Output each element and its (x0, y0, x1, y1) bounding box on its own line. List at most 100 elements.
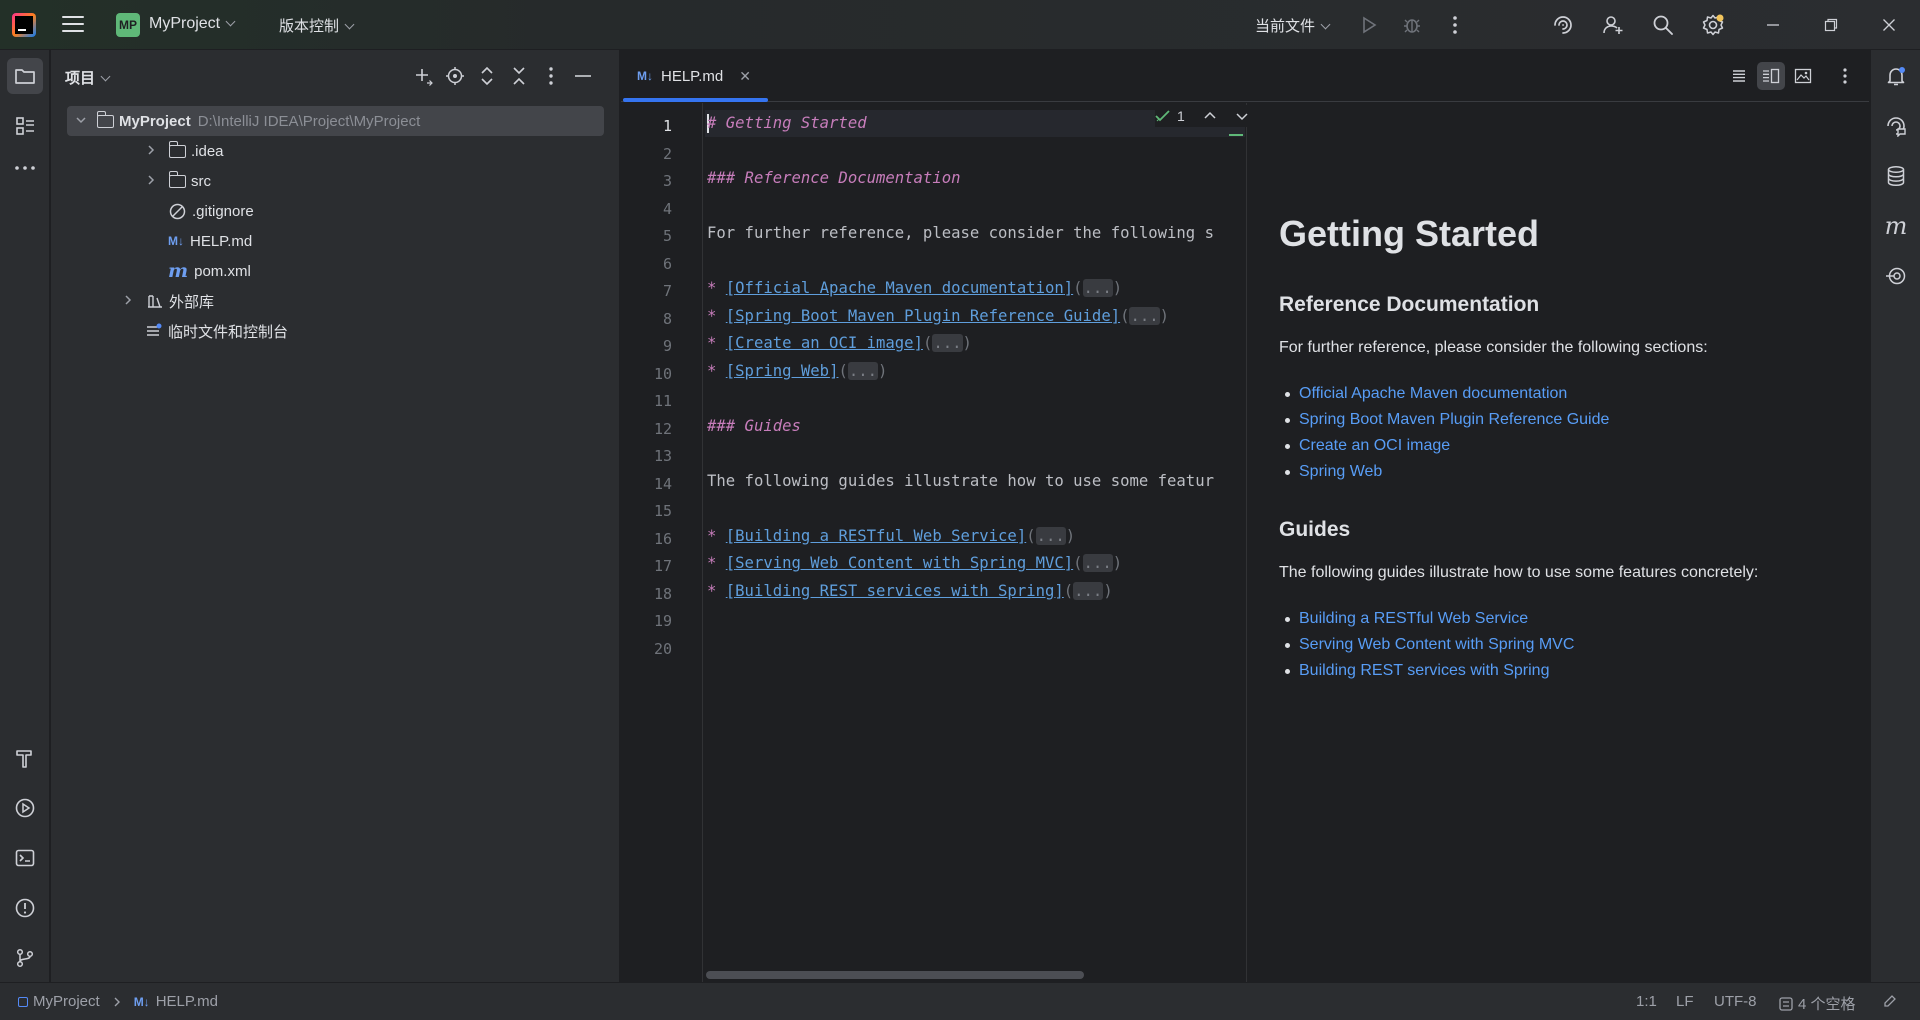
run-icon[interactable] (1356, 12, 1382, 38)
git-branch-icon[interactable] (7, 940, 43, 976)
horizontal-scrollbar[interactable] (706, 971, 1084, 979)
terminal-icon[interactable] (7, 840, 43, 876)
tree-item-help-md[interactable]: M↓ HELP.md (51, 226, 620, 256)
panel-options-icon[interactable] (539, 64, 563, 88)
edit-lock-icon[interactable] (1882, 993, 1898, 1013)
line-number: 13 (653, 447, 672, 465)
minimize-window-icon[interactable] (1760, 12, 1786, 38)
tree-item-pom[interactable]: m pom.xml (51, 256, 620, 286)
new-file-icon[interactable] (411, 64, 435, 88)
tree-item-external-libs[interactable]: 外部库 (51, 286, 620, 316)
problems-icon[interactable] (7, 890, 43, 926)
folded-url[interactable]: ... (1129, 306, 1160, 325)
maven-icon[interactable]: m (1878, 208, 1914, 244)
project-view-selector[interactable]: 项目 (65, 67, 111, 88)
markdown-file-icon: M↓ (637, 69, 653, 83)
chevron-right-icon[interactable] (143, 174, 159, 189)
tree-item-src[interactable]: src (51, 166, 620, 196)
build-hammer-icon[interactable] (7, 740, 43, 776)
preview-link[interactable]: Spring Boot Maven Plugin Reference Guide (1284, 411, 1609, 429)
notifications-bell-icon[interactable] (1878, 58, 1914, 94)
md-link-text[interactable]: Create an OCI image (735, 334, 913, 352)
chevron-right-icon[interactable] (120, 294, 136, 309)
chevron-right-icon[interactable] (143, 144, 159, 159)
expand-all-icon[interactable] (475, 64, 499, 88)
hide-panel-icon[interactable] (571, 64, 595, 88)
debug-icon[interactable] (1399, 12, 1425, 38)
main-menu-icon[interactable] (62, 14, 84, 34)
vcs-menu[interactable]: 版本控制 (279, 15, 355, 36)
add-user-icon[interactable] (1600, 12, 1626, 38)
more-actions-icon[interactable] (1442, 12, 1468, 38)
split-view-icon[interactable] (1757, 62, 1785, 90)
breadcrumb-file[interactable]: HELP.md (156, 993, 218, 1010)
close-tab-icon[interactable]: ✕ (739, 68, 751, 85)
vcs-label: 版本控制 (279, 18, 340, 35)
editor-only-view-icon[interactable] (1725, 62, 1753, 90)
collapse-all-icon[interactable] (507, 64, 531, 88)
md-link-text[interactable]: Building a RESTful Web Service (735, 527, 1017, 545)
md-link-text[interactable]: Spring Boot Maven Plugin Reference Guide (735, 307, 1111, 325)
chevron-down-icon (225, 16, 236, 27)
preview-link[interactable]: Serving Web Content with Spring MVC (1284, 636, 1574, 654)
preview-heading-guides: Guides (1279, 518, 1351, 541)
run-config-selector[interactable]: 当前文件 (1255, 15, 1331, 36)
ai-assistant-icon[interactable] (1550, 12, 1576, 38)
folded-url[interactable]: ... (1082, 279, 1113, 297)
services-run-icon[interactable] (7, 790, 43, 826)
caret-position[interactable]: 1:1 (1636, 993, 1657, 1010)
code-line-16: * [Building a RESTful Web Service](...) (707, 526, 1076, 545)
folded-url[interactable]: ... (932, 334, 963, 352)
md-link-text[interactable]: Building REST services with Spring (735, 582, 1054, 600)
restore-window-icon[interactable] (1818, 12, 1844, 38)
inspection-widget[interactable]: 1 (1155, 105, 1249, 127)
project-selector[interactable]: MyProject (149, 15, 236, 33)
md-link-text[interactable]: Official Apache Maven documentation (735, 279, 1064, 297)
markdown-file-icon: M↓ (133, 994, 150, 1009)
tab-help-md[interactable]: M↓ HELP.md ✕ (623, 50, 768, 102)
ai-chat-icon[interactable] (1878, 108, 1914, 144)
preview-link[interactable]: Official Apache Maven documentation (1284, 385, 1567, 403)
folder-icon (168, 140, 186, 158)
search-icon[interactable] (1650, 12, 1676, 38)
preview-link[interactable]: Spring Web (1284, 463, 1382, 481)
project-badge[interactable]: MP (116, 13, 140, 37)
locate-file-icon[interactable] (443, 64, 467, 88)
previous-highlight-icon[interactable] (1203, 110, 1217, 122)
indent-setting[interactable]: 4 个空格 (1778, 993, 1856, 1014)
preview-link[interactable]: Create an OCI image (1284, 437, 1450, 455)
tree-item-idea[interactable]: .idea (51, 136, 620, 166)
tree-item-gitignore[interactable]: .gitignore (51, 196, 620, 226)
folded-url[interactable]: ... (1073, 581, 1104, 600)
breadcrumb-project[interactable]: MyProject (33, 993, 100, 1010)
chevron-down-icon[interactable] (73, 115, 89, 128)
tree-item-root[interactable]: MyProject D:\IntelliJ IDEA\Project\MyPro… (67, 106, 604, 136)
project-tool-button[interactable] (7, 58, 43, 94)
preview-link[interactable]: Building a RESTful Web Service (1284, 610, 1528, 628)
scratches-icon (145, 323, 163, 339)
settings-gear-icon[interactable] (1700, 12, 1726, 38)
folded-url[interactable]: ... (847, 361, 879, 380)
close-window-icon[interactable] (1876, 12, 1902, 38)
folded-url[interactable]: ... (1035, 526, 1066, 545)
line-separator[interactable]: LF (1676, 993, 1694, 1010)
code-editor[interactable]: # Getting Started ### Reference Document… (705, 103, 1245, 982)
next-highlight-icon[interactable] (1235, 110, 1249, 122)
right-tool-strip: m (1870, 50, 1920, 982)
more-tools-icon[interactable] (7, 150, 43, 186)
database-icon[interactable] (1878, 158, 1914, 194)
editor-options-icon[interactable] (1831, 62, 1859, 90)
file-encoding[interactable]: UTF-8 (1714, 993, 1757, 1010)
indent-label: 4 个空格 (1798, 996, 1856, 1013)
endpoints-icon[interactable] (1878, 258, 1914, 294)
folded-url[interactable]: ... (1082, 554, 1113, 572)
preview-only-view-icon[interactable] (1789, 62, 1817, 90)
preview-paragraph: For further reference, please consider t… (1279, 339, 1708, 356)
md-link-text[interactable]: Spring Web (735, 362, 829, 380)
structure-tool-button[interactable] (7, 108, 43, 144)
tree-item-scratches[interactable]: 临时文件和控制台 (51, 316, 620, 346)
code-line-14: The following guides illustrate how to u… (707, 471, 1214, 490)
intellij-logo-icon[interactable] (12, 13, 36, 37)
preview-link[interactable]: Building REST services with Spring (1284, 662, 1549, 680)
md-link-text[interactable]: Serving Web Content with Spring MVC (735, 554, 1064, 572)
